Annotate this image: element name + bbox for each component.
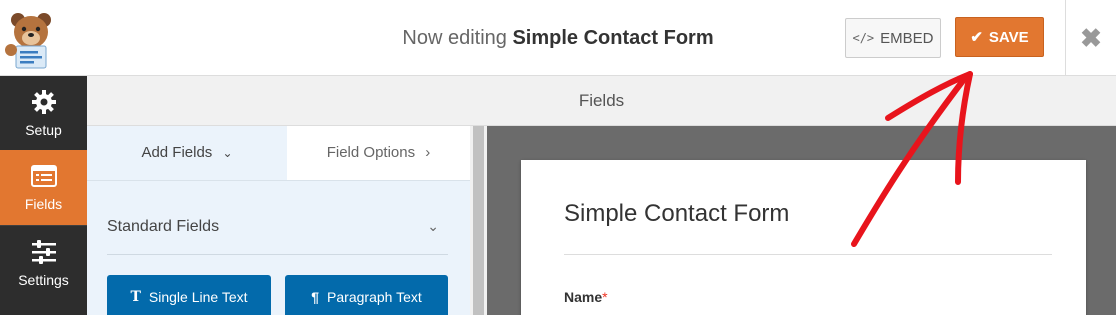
form-preview-area: Simple Contact Form Name* — [487, 126, 1116, 315]
red-arrow-annotation — [851, 71, 973, 247]
form-preview-card: Simple Contact Form Name* — [521, 160, 1086, 315]
paragraph-text-button[interactable]: ¶ Paragraph Text — [285, 275, 448, 315]
sidebar-item-fields[interactable]: Fields — [0, 150, 87, 225]
chevron-down-icon: ⌄ — [222, 146, 233, 160]
sidebar-item-label: Setup — [25, 122, 62, 138]
embed-label: EMBED — [880, 29, 934, 47]
text-cursor-icon: T — [130, 289, 141, 305]
left-sidebar: Setup Fields Settings — [0, 76, 87, 315]
tab-label: Add Fields — [141, 144, 213, 161]
sidebar-item-label: Settings — [18, 272, 69, 288]
close-button[interactable]: ✖ — [1065, 0, 1116, 76]
editing-title: Now editing Simple Contact Form — [0, 27, 1116, 50]
panel-tabs: Add Fields ⌄ Field Options › — [87, 126, 470, 180]
name-field-label[interactable]: Name* — [564, 289, 608, 305]
form-name: Simple Contact Form — [512, 27, 714, 49]
embed-button[interactable]: </> EMBED — [845, 18, 941, 58]
button-label: Paragraph Text — [327, 289, 422, 305]
sidebar-item-settings[interactable]: Settings — [0, 225, 87, 300]
group-title: Standard Fields — [107, 218, 220, 235]
tab-add-fields[interactable]: Add Fields ⌄ — [87, 126, 287, 180]
required-mark: * — [602, 289, 608, 305]
chevron-right-icon: › — [425, 144, 431, 161]
field-label-text: Name — [564, 289, 603, 305]
form-title: Simple Contact Form — [564, 200, 790, 227]
tab-label: Field Options — [326, 144, 416, 161]
tab-field-options[interactable]: Field Options › — [287, 126, 470, 180]
sidebar-item-setup[interactable]: Setup — [0, 76, 87, 151]
divider — [87, 180, 470, 181]
sliders-icon — [31, 240, 56, 264]
divider — [564, 254, 1052, 255]
code-icon: </> — [852, 31, 875, 45]
fields-panel: Add Fields ⌄ Field Options › Standard Fi… — [87, 126, 470, 315]
button-label: Single Line Text — [148, 289, 248, 305]
check-icon: ✔ — [970, 29, 983, 46]
panel-scrollbar[interactable] — [470, 126, 487, 315]
divider — [107, 254, 448, 255]
paragraph-icon: ¶ — [311, 289, 320, 305]
scroll-thumb[interactable] — [473, 126, 484, 315]
save-button[interactable]: ✔ SAVE — [955, 17, 1044, 57]
gear-icon — [31, 90, 56, 114]
single-line-text-button[interactable]: T Single Line Text — [107, 275, 271, 315]
fields-list-icon — [30, 165, 57, 187]
editing-prefix: Now editing — [402, 27, 507, 49]
standard-fields-toggle[interactable]: Standard Fields ⌄ — [107, 218, 447, 236]
close-icon: ✖ — [1080, 22, 1102, 53]
chevron-down-icon: ⌄ — [427, 218, 439, 234]
save-label: SAVE — [988, 28, 1029, 46]
sidebar-item-label: Fields — [24, 196, 63, 212]
